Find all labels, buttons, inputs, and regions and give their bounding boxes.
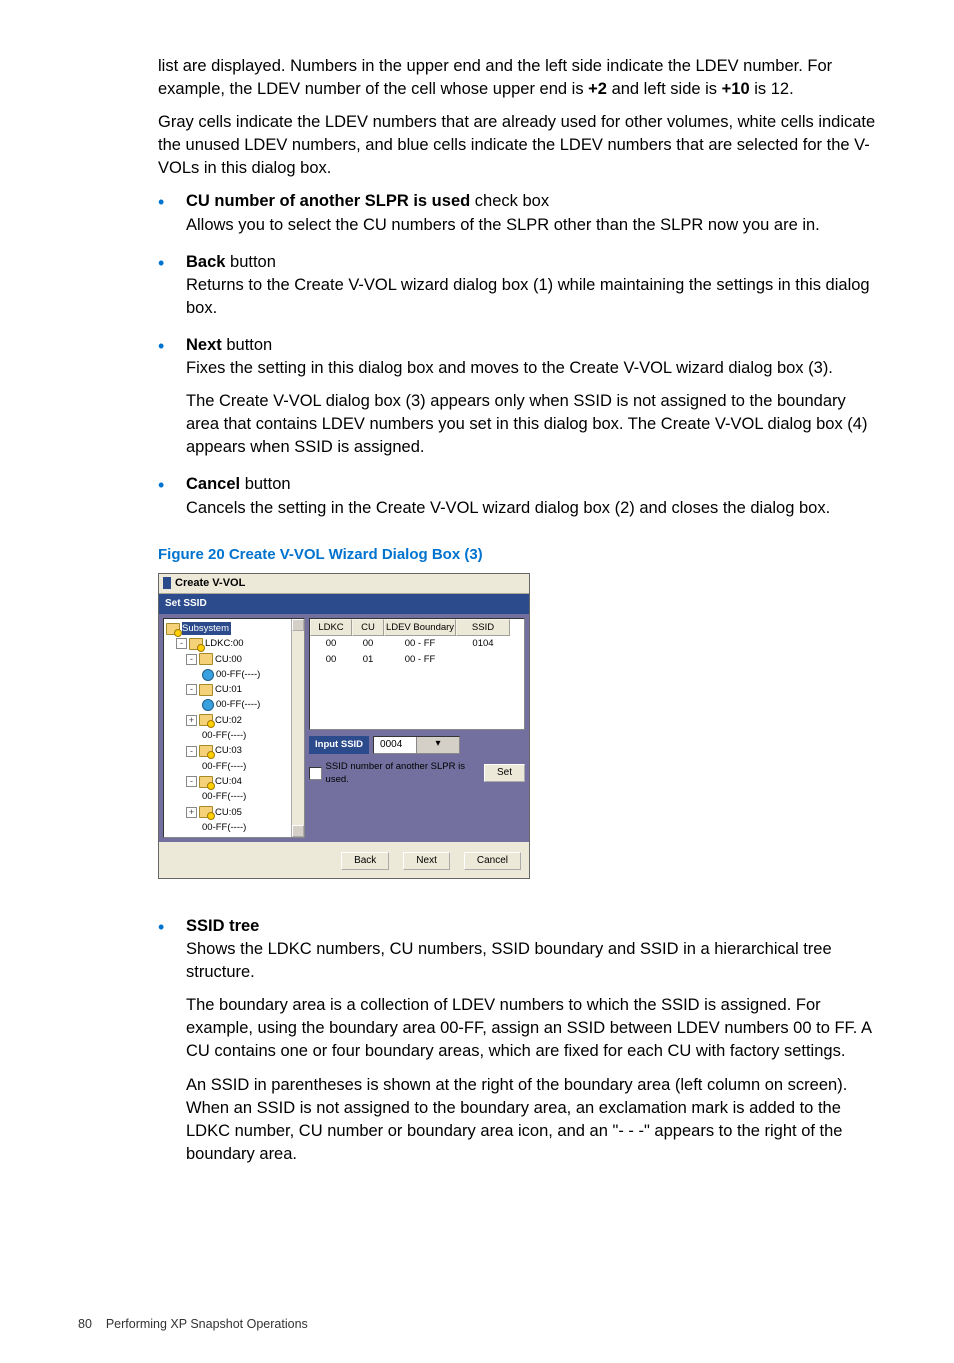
bullet-ssid-tree: SSID tree Shows the LDKC numbers, CU num… [158,915,876,1166]
tree-leaf[interactable]: 00-FF(----) [216,668,260,681]
tree-cu[interactable]: CU:04 [215,775,242,788]
tree-leaf[interactable]: 00-FF(----) [202,760,246,773]
grid-header[interactable]: LDKC [310,619,352,636]
bullet-cu: CU number of another SLPR is used check … [158,190,876,236]
back-button[interactable]: Back [341,852,389,870]
folder-icon [189,638,203,650]
window-icon [163,577,171,589]
folder-icon [199,653,213,665]
grid-row[interactable]: 000100 - FF [310,652,524,667]
grid-row[interactable]: 000000 - FF0104 [310,636,524,651]
tree-cu[interactable]: CU:06 [215,836,242,838]
tree-root[interactable]: Subsystem [182,622,231,635]
dialog-titlebar: Create V-VOL [159,574,529,594]
tree-leaf[interactable]: 00-FF(----) [202,821,246,834]
cancel-button[interactable]: Cancel [464,852,521,870]
folder-icon [166,623,180,635]
input-ssid-label: Input SSID [309,736,369,753]
bullet-cancel: Cancel button Cancels the setting in the… [158,473,876,519]
folder-icon [199,806,213,818]
dialog-title: Create V-VOL [175,576,245,591]
slpr-checkbox-label: SSID number of another SLPR is used. [326,760,484,787]
grid-header[interactable]: CU [352,619,384,636]
create-vvol-dialog: Create V-VOL Set SSID Subsystem-LDKC:00-… [158,573,530,879]
tree-leaf[interactable]: 00-FF(----) [202,790,246,803]
tree-cu[interactable]: CU:02 [215,714,242,727]
bullet-next: Next button Fixes the setting in this di… [158,334,876,459]
input-ssid-combo[interactable]: 0004 ▾ [373,736,460,754]
intro-para-2: Gray cells indicate the LDEV numbers tha… [158,111,876,180]
tree-cu[interactable]: CU:01 [215,683,242,696]
globe-icon [202,699,214,711]
tree-cu[interactable]: CU:03 [215,744,242,757]
folder-icon [199,714,213,726]
folder-icon [199,684,213,696]
tree-ldkc[interactable]: LDKC:00 [205,637,244,650]
figure-caption: Figure 20 Create V-VOL Wizard Dialog Box… [158,544,876,565]
intro-para-1: list are displayed. Numbers in the upper… [158,55,876,101]
tree-cu[interactable]: CU:05 [215,806,242,819]
bullet-back: Back button Returns to the Create V-VOL … [158,251,876,320]
grid-header[interactable]: SSID [456,619,510,636]
page-footer: 80 Performing XP Snapshot Operations [78,1316,876,1334]
dialog-tab[interactable]: Set SSID [159,594,529,614]
chevron-down-icon[interactable]: ▾ [416,737,459,753]
tree-cu[interactable]: CU:00 [215,653,242,666]
ssid-grid[interactable]: LDKCCULDEV BoundarySSID 000000 - FF01040… [309,618,525,730]
grid-header[interactable]: LDEV Boundary [384,619,456,636]
ssid-tree[interactable]: Subsystem-LDKC:00-CU:0000-FF(----)-CU:01… [163,618,305,838]
tree-leaf[interactable]: 00-FF(----) [216,698,260,711]
folder-icon [199,776,213,788]
folder-icon [199,745,213,757]
slpr-checkbox[interactable] [309,767,322,780]
scrollbar[interactable] [291,619,304,837]
globe-icon [202,669,214,681]
tree-leaf[interactable]: 00-FF(----) [202,729,246,742]
folder-icon [199,837,213,838]
set-button[interactable]: Set [484,764,525,782]
next-button[interactable]: Next [403,852,450,870]
